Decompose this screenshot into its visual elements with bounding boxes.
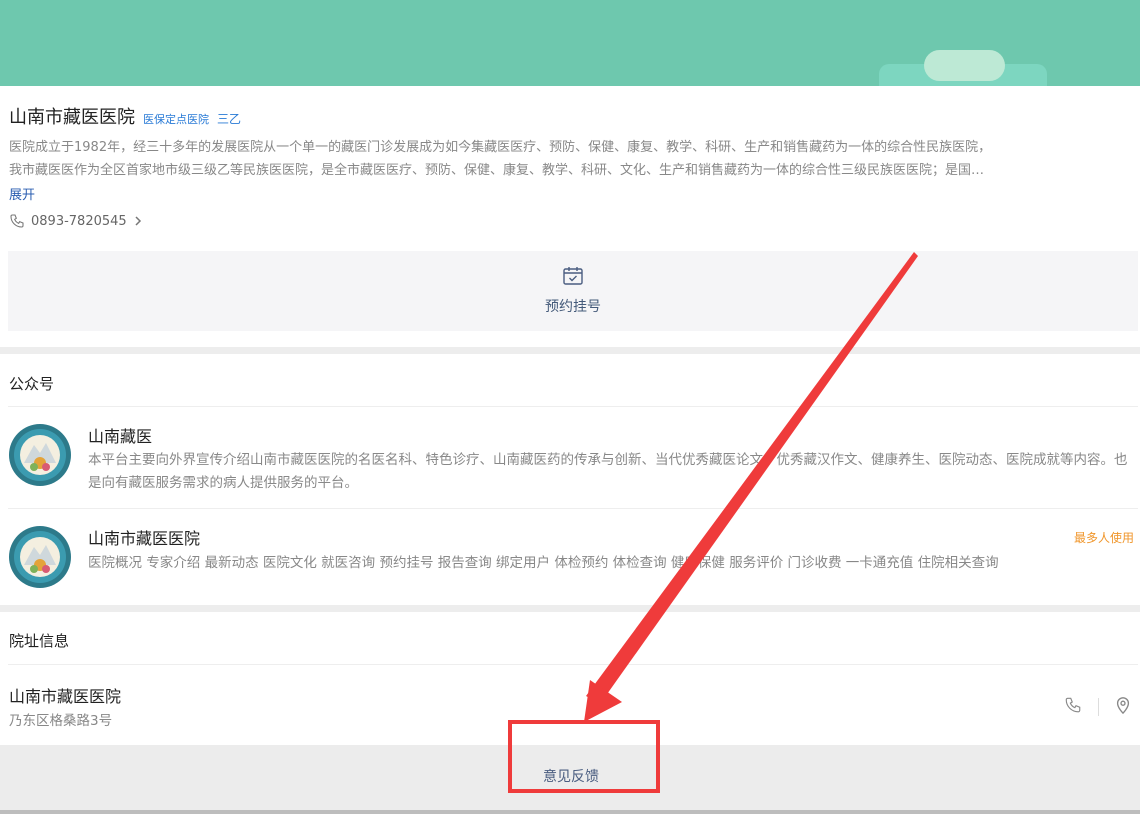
- divider-line: [8, 406, 1138, 407]
- account-description: 本平台主要向外界宣传介绍山南市藏医医院的名医名科、特色诊疗、山南藏医药的传承与创…: [88, 452, 1128, 491]
- hospital-title-row: 山南市藏医医院 医保定点医院 三乙: [9, 103, 241, 129]
- most-used-badge: 最多人使用: [1073, 531, 1134, 545]
- hospital-phone-row[interactable]: 0893-7820545: [9, 213, 143, 229]
- calendar-check-icon: [562, 266, 584, 290]
- hospital-level: 三乙: [217, 112, 242, 126]
- hospital-name: 山南市藏医医院: [9, 107, 135, 128]
- public-accounts-heading: 公众号: [9, 375, 55, 393]
- hospital-description: 医院成立于1982年，经三十多年的发展医院从一个单一的藏医门诊发展成为如今集藏医…: [9, 136, 1134, 182]
- address-text: 乃东区格桑路3号: [9, 713, 113, 729]
- divider-line: [8, 508, 1138, 509]
- address-name: 山南市藏医医院: [9, 687, 122, 706]
- phone-icon[interactable]: [1064, 696, 1082, 718]
- account-name: 山南藏医: [88, 427, 153, 446]
- booking-label: 预约挂号: [545, 299, 601, 315]
- location-pin-icon[interactable]: [1115, 696, 1131, 718]
- chevron-right-icon: [133, 215, 143, 227]
- account-logo-icon: [8, 525, 72, 589]
- insurance-tag: 医保定点医院: [143, 113, 209, 126]
- action-divider: [1098, 698, 1099, 716]
- booking-button[interactable]: 预约挂号: [8, 251, 1138, 331]
- section-divider: [0, 605, 1140, 612]
- account-name: 山南市藏医医院: [88, 529, 201, 548]
- address-actions: [1064, 696, 1131, 718]
- description-line-1: 医院成立于1982年，经三十多年的发展医院从一个单一的藏医门诊发展成为如今集藏医…: [9, 140, 992, 155]
- banner-pill-shape: [924, 50, 1005, 81]
- hospital-phone: 0893-7820545: [31, 213, 127, 229]
- address-heading: 院址信息: [9, 632, 70, 650]
- feedback-bottom-border: [0, 810, 1140, 814]
- expand-link[interactable]: 展开: [9, 184, 35, 203]
- account-logo-icon: [8, 423, 72, 487]
- phone-icon: [9, 213, 25, 229]
- divider-line: [8, 664, 1138, 665]
- annotation-highlight-box: [508, 720, 660, 793]
- header-banner: [0, 0, 1140, 86]
- account-services: 医院概况 专家介绍 最新动态 医院文化 就医咨询 预约挂号 报告查询 绑定用户 …: [88, 555, 999, 571]
- description-line-2: 我市藏医医作为全区首家地市级三级乙等民族医医院，是全市藏医医疗、预防、保健、康复…: [9, 163, 985, 178]
- section-divider: [0, 347, 1140, 354]
